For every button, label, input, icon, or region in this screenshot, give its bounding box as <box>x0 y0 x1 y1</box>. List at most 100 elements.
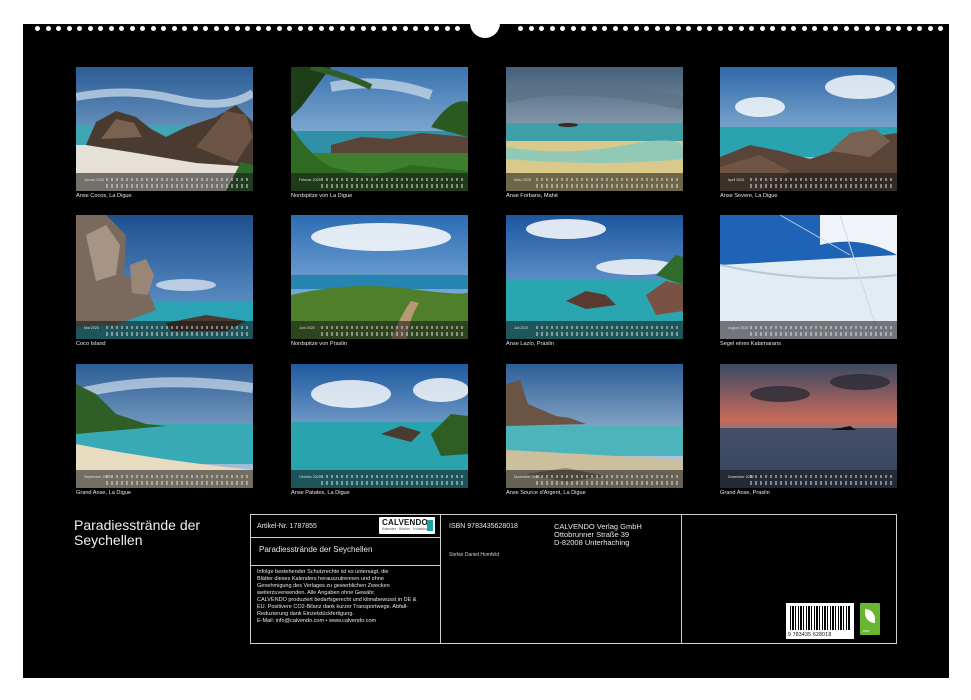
date-strip: Juli 2025 <box>506 321 683 339</box>
binding-hole <box>938 26 943 31</box>
article-number: Artikel-Nr. 1787855 <box>257 523 317 530</box>
binding-hole <box>129 26 135 31</box>
photo-caption: Grand Anse, La Digue <box>76 490 132 496</box>
photo-november: November 2025 <box>506 364 683 488</box>
binding-hole <box>927 26 933 31</box>
binding-hole <box>350 26 355 31</box>
photo-januar: Januar 2025 <box>76 67 253 191</box>
photo-februar: Februar 2025 <box>291 67 468 191</box>
photo-caption: Grand Anse, Praslin <box>720 490 770 496</box>
publisher-address: CALVENDO Verlag GmbH Ottobrunner Straße … <box>554 522 642 547</box>
binding-hole <box>822 26 828 31</box>
photo-juli: Juli 2025 <box>506 215 683 339</box>
month-tile-januar: Januar 2025 Anse Cocos, La Digue <box>76 67 253 199</box>
binding-hole <box>392 26 397 31</box>
binding-hole <box>801 26 807 31</box>
month-tile-juli: Juli 2025 Anse Lazio, Praslin <box>506 215 683 347</box>
date-strip: November 2025 <box>506 470 683 488</box>
binding-hole <box>56 26 61 31</box>
photo-caption: Anse Patates, La Digue <box>291 490 350 496</box>
binding-hole <box>665 26 670 31</box>
binding-hole <box>770 26 775 31</box>
binding-hole <box>203 26 208 31</box>
binding-hole <box>759 26 765 31</box>
month-label: April 2025 <box>728 178 745 182</box>
binding-hole <box>339 26 345 31</box>
binding-hole <box>381 26 387 31</box>
date-strip: Oktober 2025 <box>291 470 468 488</box>
month-tile-februar: Februar 2025 Nordspitze von La Digue <box>291 67 468 199</box>
binding-hole <box>266 26 271 31</box>
binding-hole <box>885 26 891 31</box>
month-tile-oktober: Oktober 2025 Anse Patates, La Digue <box>291 364 468 496</box>
binding-hole <box>182 26 187 31</box>
photo-caption: Nordspitze von Praslin <box>291 341 347 347</box>
binding-hole <box>539 26 544 31</box>
logo-name: CALVENDO <box>382 518 428 527</box>
photo-caption: Anse Cocos, La Digue <box>76 193 132 199</box>
binding-hole <box>455 26 460 31</box>
month-tile-mai: Mai 2025 Coco Island <box>76 215 253 347</box>
eco-badge-icon: eco <box>860 603 880 635</box>
binding-hole <box>402 26 408 31</box>
binding-hole <box>171 26 177 31</box>
date-strip: April 2025 <box>720 173 897 191</box>
binding-hole <box>560 26 565 31</box>
binding-hole <box>675 26 681 31</box>
calvendo-logo: CALVENDO Kalender · Bücher · Kunstdrucke <box>379 517 435 534</box>
photo-caption: Nordspitze von La Digue <box>291 193 353 199</box>
photo-caption: Anse Severe, La Digue <box>720 193 778 199</box>
eco-label: eco <box>863 628 870 633</box>
binding-hole <box>66 26 72 31</box>
binding-hole <box>528 26 534 31</box>
month-label: März 2025 <box>514 178 531 182</box>
binding-hole <box>518 26 523 31</box>
date-strip: September 2025 <box>76 470 253 488</box>
binding-hole <box>245 26 250 31</box>
month-label: August 2025 <box>728 326 749 330</box>
month-label: Mai 2025 <box>84 326 99 330</box>
logo-mark-icon <box>427 520 433 531</box>
binding-hole <box>728 26 733 31</box>
date-strip: Februar 2025 <box>291 173 468 191</box>
month-tile-maerz: März 2025 Anse Forbans, Mahé <box>506 67 683 199</box>
binding-hole <box>633 26 639 31</box>
binding-hole <box>119 26 124 31</box>
photo-oktober: Oktober 2025 <box>291 364 468 488</box>
binding-hole <box>287 26 292 31</box>
month-tile-september: September 2025 Grand Anse, La Digue <box>76 364 253 496</box>
binding-hole <box>140 26 145 31</box>
isbn: ISBN 9783435628018 <box>449 523 518 530</box>
binding-hole <box>35 26 40 31</box>
binding-hole <box>255 26 261 31</box>
date-strip: März 2025 <box>506 173 683 191</box>
month-tile-juni: Juni 2025 Nordspitze von Praslin <box>291 215 468 347</box>
date-strip: Juni 2025 <box>291 321 468 339</box>
product-info-box: Artikel-Nr. 1787855 CALVENDO Kalender · … <box>250 514 897 644</box>
date-strip: Januar 2025 <box>76 173 253 191</box>
photo-caption: Segel eines Katamarans <box>720 341 781 347</box>
binding-hole <box>623 26 628 31</box>
binding-hole <box>318 26 324 31</box>
binding-hole <box>906 26 912 31</box>
binding-hole <box>276 26 282 31</box>
logo-tagline: Kalender · Bücher · Kunstdrucke <box>382 527 433 531</box>
month-label: Januar 2025 <box>84 178 104 182</box>
binding-hole <box>45 26 51 31</box>
binding-hole <box>780 26 786 31</box>
binding-hole <box>612 26 618 31</box>
photo-april: April 2025 <box>720 67 897 191</box>
binding-hole <box>738 26 744 31</box>
calendar-title: Paradiesstrände der Seychellen <box>74 517 201 548</box>
photo-september: September 2025 <box>76 364 253 488</box>
binding-hole <box>444 26 450 31</box>
binding-hole <box>791 26 796 31</box>
photo-maerz: März 2025 <box>506 67 683 191</box>
binding-hole <box>434 26 439 31</box>
month-label: Oktober 2025 <box>299 475 321 479</box>
binding-hole <box>591 26 597 31</box>
date-strip: August 2025 <box>720 321 897 339</box>
binding-hole <box>150 26 156 31</box>
binding-hole <box>77 26 82 31</box>
binding-hole <box>581 26 586 31</box>
